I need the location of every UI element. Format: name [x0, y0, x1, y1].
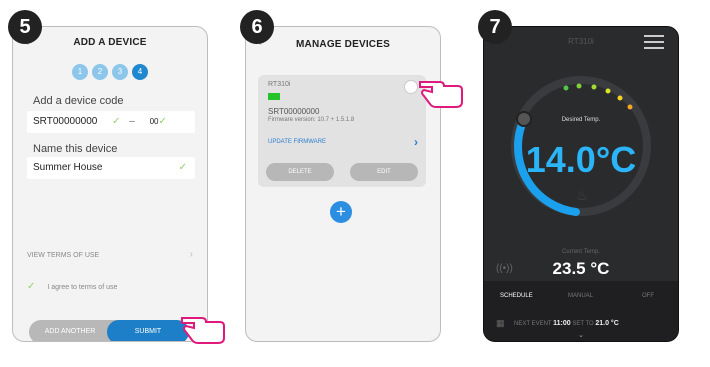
submit-button[interactable]: SUBMIT: [107, 320, 189, 341]
chevron-right-icon: ›: [189, 249, 193, 260]
name-value: Summer House: [33, 162, 103, 173]
step-dot: 2: [92, 64, 108, 80]
next-event-label: NEXT EVENT: [514, 321, 552, 327]
calendar-icon: ▦: [496, 318, 505, 328]
step-badge: 6: [240, 10, 274, 44]
terms-link-label: VIEW TERMS OF USE: [27, 252, 100, 259]
device-name: RT310i: [268, 81, 291, 88]
desired-temp-value: 14.0°C: [525, 139, 637, 180]
step-dot: 1: [72, 64, 88, 80]
step-dot-active: 4: [132, 64, 148, 80]
next-event-temp: 21.0 °C: [595, 320, 619, 327]
name-label: Name this device: [33, 143, 118, 155]
next-event-set-label: SET TO: [572, 321, 594, 327]
page-title: MANAGE DEVICES: [296, 39, 390, 50]
desired-temp-label: Desired Temp.: [561, 117, 601, 123]
tab-manual[interactable]: MANUAL: [568, 293, 593, 299]
agree-row[interactable]: ✓ I agree to terms of use: [27, 281, 193, 292]
step-badge: 7: [478, 10, 512, 44]
step-dot: 3: [112, 64, 128, 80]
device-name-field[interactable]: Summer House ✓: [27, 157, 195, 179]
agree-label: I agree to terms of use: [47, 284, 118, 291]
next-event: NEXT EVENT 11:00 SET TO 21.0 °C: [514, 320, 619, 327]
add-another-button[interactable]: ADD ANOTHER: [29, 320, 111, 341]
tab-off[interactable]: OFF: [642, 293, 654, 299]
chevron-right-icon: ›: [414, 135, 418, 149]
delete-button[interactable]: DELETE: [266, 163, 334, 181]
tab-schedule[interactable]: SCHEDULE: [500, 293, 533, 299]
device-code-field[interactable]: SRT00000000 ✓ – 00✓: [27, 111, 195, 133]
pointing-hand-icon: [419, 81, 463, 108]
chevron-down-icon: ⌄: [578, 332, 584, 339]
check-icon: ✓: [178, 162, 187, 173]
code-value: SRT00000000: [33, 116, 98, 127]
current-temp-label: Current Temp.: [562, 249, 600, 255]
page-title: ADD A DEVICE: [73, 37, 147, 48]
step-indicator: 1234: [13, 61, 207, 80]
menu-icon[interactable]: [644, 35, 664, 53]
terms-link[interactable]: VIEW TERMS OF USE ›: [27, 249, 193, 260]
action-toggle: ADD ANOTHER SUBMIT: [29, 320, 189, 341]
code-label: Add a device code: [33, 95, 124, 107]
pointing-hand-icon: [181, 317, 225, 344]
bottom-panel: SCHEDULE MANUAL OFF ▦ NEXT EVENT 11:00 S…: [484, 281, 678, 341]
thermostat-screen: RT310i Desired Temp. 14.0°C ♨ Current Te…: [483, 26, 679, 342]
edit-button[interactable]: EDIT: [350, 163, 418, 181]
firmware-version: Firmware version: 10.7 + 1.5.1.8: [268, 117, 355, 123]
serial-number: SRT00000000: [268, 107, 320, 116]
current-temp-value: 23.5 °C: [552, 259, 610, 278]
check-icon: ✓: [112, 116, 121, 127]
add-device-button[interactable]: +: [330, 201, 352, 223]
status-icon: [268, 93, 280, 100]
agree-checkbox[interactable]: ✓: [27, 281, 35, 292]
dash: –: [129, 116, 135, 127]
check-icon: ✓: [158, 116, 167, 127]
flame-icon: ♨: [576, 187, 589, 203]
next-event-time: 11:00: [553, 320, 571, 327]
add-device-screen: ‹ ADD A DEVICE 1234 Add a device code SR…: [12, 26, 208, 342]
step-badge: 5: [8, 10, 42, 44]
device-card[interactable]: RT310i SRT00000000 Firmware version: 10.…: [258, 75, 426, 187]
manage-devices-screen: ‹ MANAGE DEVICES RT310i SRT00000000 Firm…: [245, 26, 441, 342]
menu-dot-icon[interactable]: [404, 80, 418, 94]
code-suffix: 00: [149, 117, 159, 126]
update-firmware-link[interactable]: UPDATE FIRMWARE: [268, 139, 326, 145]
